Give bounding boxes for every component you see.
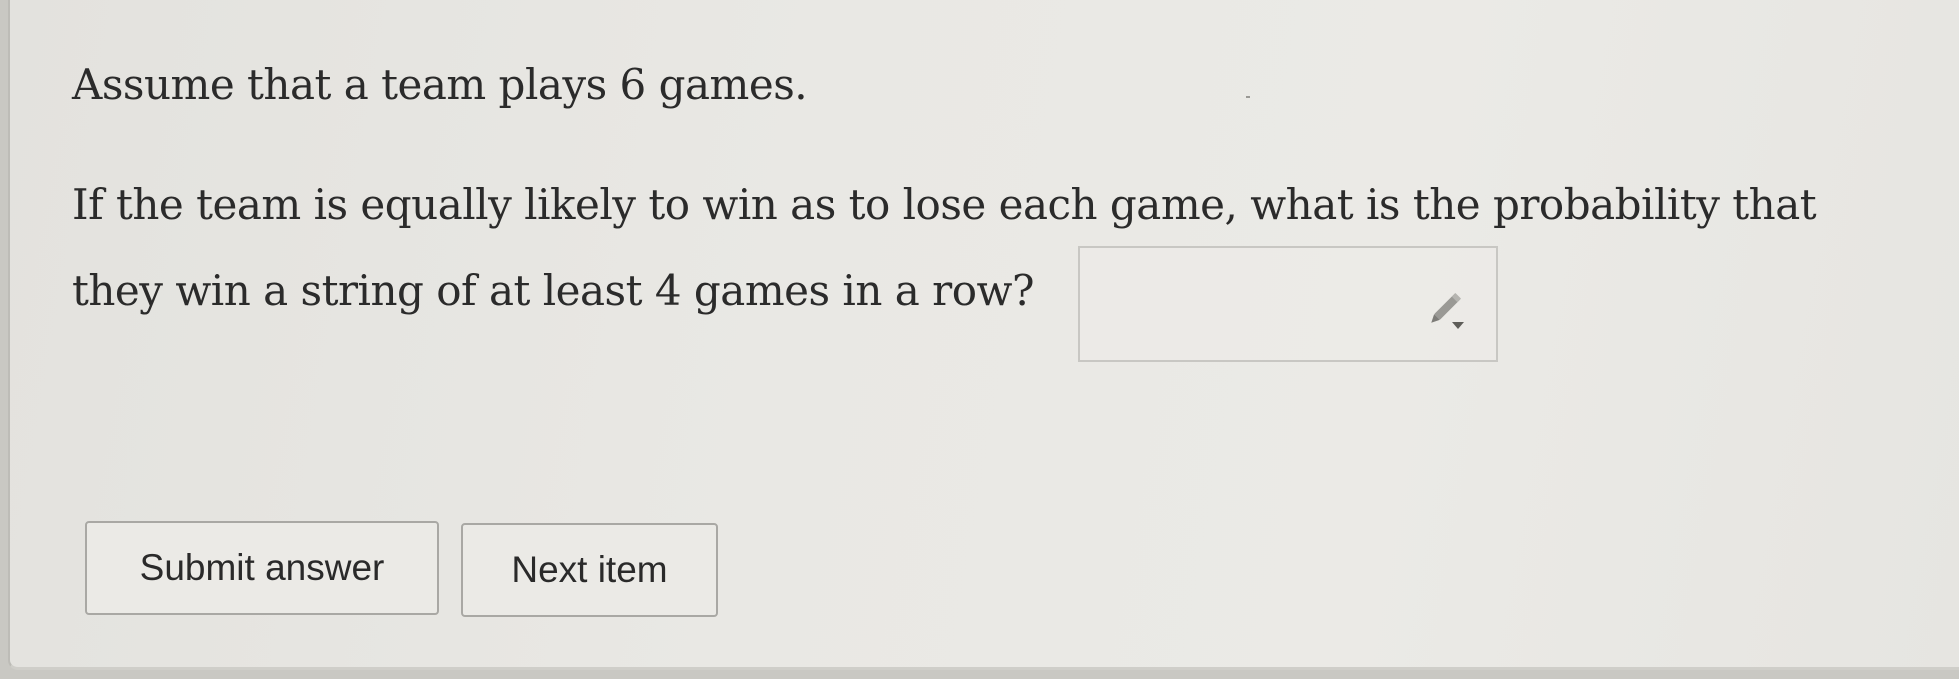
question-panel: Assume that a team plays 6 games. If the… (8, 0, 1959, 670)
pencil-icon[interactable] (1422, 288, 1466, 332)
question-line-1: Assume that a team plays 6 games. (72, 60, 808, 109)
decorative-speck (1246, 96, 1250, 98)
submit-answer-button[interactable]: Submit answer (85, 521, 439, 615)
question-line-3: they win a string of at least 4 games in… (72, 266, 1034, 315)
question-line-2: If the team is equally likely to win as … (72, 180, 1817, 229)
answer-input[interactable] (1078, 246, 1498, 362)
next-item-button[interactable]: Next item (461, 523, 718, 617)
